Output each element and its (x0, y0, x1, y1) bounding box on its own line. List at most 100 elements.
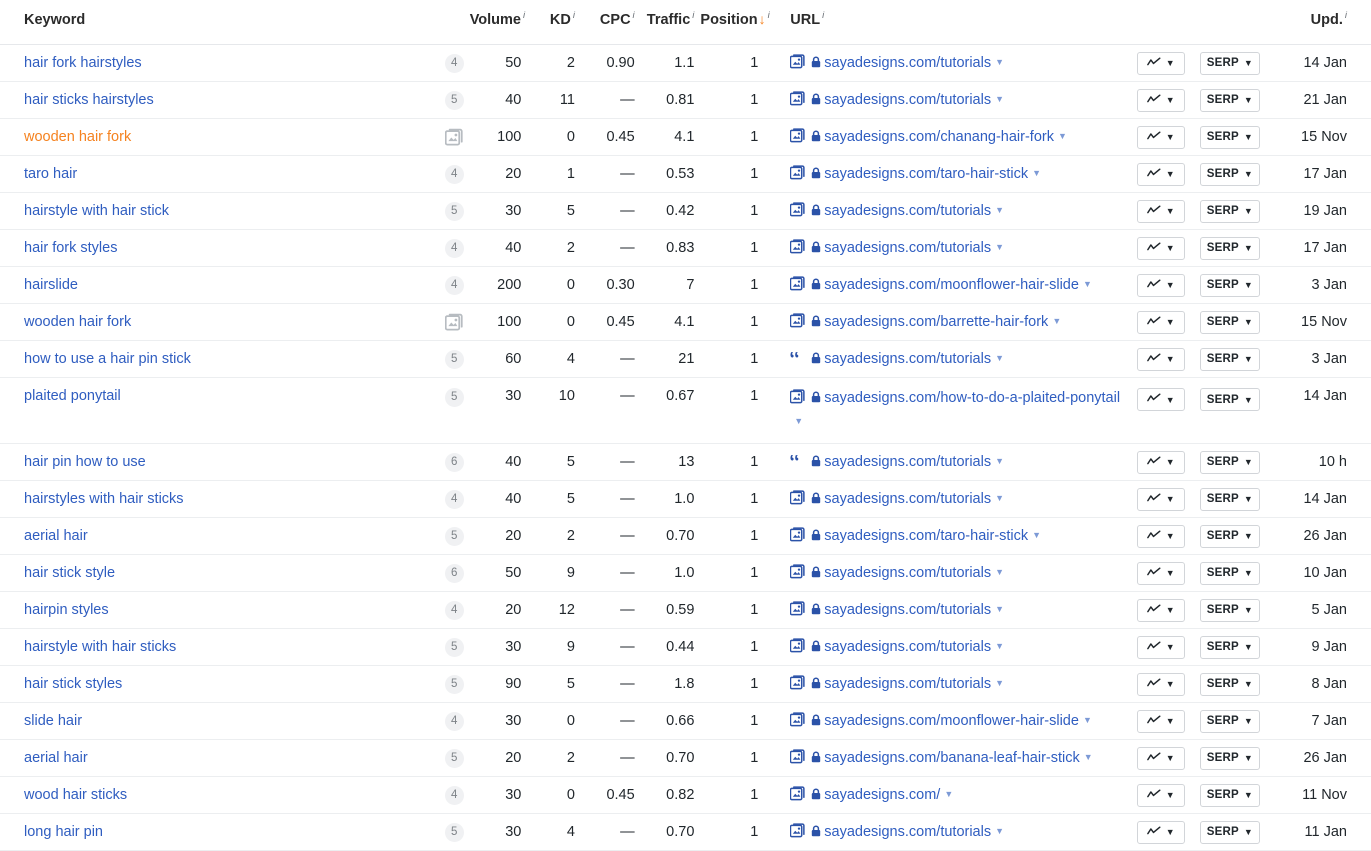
url-link[interactable]: sayadesigns.com/moonflower-hair-slide (824, 277, 1079, 293)
chevron-down-icon[interactable]: ▼ (944, 784, 953, 805)
keyword-link[interactable]: plaited ponytail (24, 388, 121, 404)
column-header-volume[interactable]: Volume i (469, 0, 528, 45)
serp-button[interactable]: SERP ▼ (1199, 709, 1260, 733)
rank-history-chart-button[interactable]: ▼ (1136, 236, 1185, 260)
chevron-down-icon[interactable]: ▼ (995, 488, 1004, 509)
column-header-kd[interactable]: KD i (527, 0, 581, 45)
table-row[interactable]: hairslide 4 200 0 0.30 7 1 sayadesigns.com/moon… (0, 267, 1371, 304)
rank-history-chart-button[interactable]: ▼ (1136, 598, 1185, 622)
chevron-down-icon[interactable]: ▼ (995, 348, 1004, 369)
column-header-traffic[interactable]: Traffic i (640, 0, 701, 45)
chevron-down-icon[interactable]: ▼ (995, 636, 1004, 657)
table-row[interactable]: hair stick style 6 50 9 — 1.0 1 sayadesigns.com… (0, 555, 1371, 592)
chevron-down-icon[interactable]: ▼ (995, 599, 1004, 620)
column-header-keyword[interactable]: Keyword (0, 0, 417, 45)
keyword-link[interactable]: slide hair (24, 713, 82, 729)
table-row[interactable]: long hair pin 5 30 4 — 0.70 1 sayadesigns.com/t… (0, 814, 1371, 851)
serp-button[interactable]: SERP ▼ (1199, 487, 1260, 511)
url-link[interactable]: sayadesigns.com/tutorials (824, 240, 991, 256)
serp-button[interactable]: SERP ▼ (1199, 672, 1260, 696)
chevron-down-icon[interactable]: ▼ (995, 89, 1004, 110)
table-row[interactable]: hairstyle with hair sticks 5 30 9 — 0.44 1 saya… (0, 629, 1371, 666)
chevron-down-icon[interactable]: ▼ (995, 200, 1004, 221)
url-link[interactable]: sayadesigns.com/taro-hair-stick (824, 166, 1028, 182)
keyword-link[interactable]: taro hair (24, 166, 77, 182)
table-row[interactable]: wooden hair fork 100 0 0.45 4.1 1 sayadesigns.… (0, 119, 1371, 156)
serp-button[interactable]: SERP ▼ (1199, 561, 1260, 585)
table-row[interactable]: how to use a hair pin stick 5 60 4 — 21 1 sayad… (0, 341, 1371, 378)
rank-history-chart-button[interactable]: ▼ (1136, 487, 1185, 511)
rank-history-chart-button[interactable]: ▼ (1136, 561, 1185, 585)
serp-button[interactable]: SERP ▼ (1199, 125, 1260, 149)
serp-button[interactable]: SERP ▼ (1199, 236, 1260, 260)
info-icon[interactable]: i (633, 10, 635, 21)
table-row[interactable]: hairstyles with hair sticks 4 40 5 — 1.0 1 saya… (0, 481, 1371, 518)
serp-button[interactable]: SERP ▼ (1199, 635, 1260, 659)
info-icon[interactable]: i (692, 10, 694, 21)
chevron-down-icon[interactable]: ▼ (1083, 710, 1092, 731)
keyword-link[interactable]: aerial hair (24, 750, 88, 766)
table-row[interactable]: hairstyle with hair stick 5 30 5 — 0.42 1 sayad… (0, 193, 1371, 230)
serp-button[interactable]: SERP ▼ (1199, 388, 1260, 411)
table-row[interactable]: aerial hair 5 20 2 — 0.70 1 sayadesigns.com/ban… (0, 740, 1371, 777)
keyword-link[interactable]: hair stick style (24, 565, 115, 581)
url-link[interactable]: sayadesigns.com/tutorials (824, 55, 991, 71)
rank-history-chart-button[interactable]: ▼ (1136, 388, 1185, 411)
url-link[interactable]: sayadesigns.com/banana-leaf-hair-stick (824, 750, 1080, 766)
url-link[interactable]: sayadesigns.com/taro-hair-stick (824, 528, 1028, 544)
url-link[interactable]: sayadesigns.com/tutorials (824, 491, 991, 507)
keyword-link[interactable]: hairpin styles (24, 602, 109, 618)
table-row[interactable]: wooden hair fork 100 0 0.45 4.1 1 sayadesigns.… (0, 304, 1371, 341)
table-row[interactable]: aerial hair 5 20 2 — 0.70 1 sayadesigns.com/tar… (0, 518, 1371, 555)
url-link[interactable]: sayadesigns.com/tutorials (824, 565, 991, 581)
table-row[interactable]: hair pin how to use 6 40 5 — 13 1 sayadesigns.c… (0, 444, 1371, 481)
table-row[interactable]: hairpin styles 4 20 12 — 0.59 1 sayadesigns.com… (0, 592, 1371, 629)
serp-button[interactable]: SERP ▼ (1199, 273, 1260, 297)
serp-button[interactable]: SERP ▼ (1199, 783, 1260, 807)
chevron-down-icon[interactable]: ▼ (995, 52, 1004, 73)
rank-history-chart-button[interactable]: ▼ (1136, 88, 1185, 112)
column-header-updated[interactable]: Upd. i (1266, 0, 1371, 45)
serp-button[interactable]: SERP ▼ (1199, 746, 1260, 770)
keyword-link[interactable]: hairstyles with hair sticks (24, 491, 184, 507)
keyword-link[interactable]: aerial hair (24, 528, 88, 544)
chevron-down-icon[interactable]: ▼ (794, 411, 803, 432)
table-row[interactable]: slide hair 4 30 0 — 0.66 1 sayadesigns.com/moon… (0, 703, 1371, 740)
keyword-link[interactable]: long hair pin (24, 824, 103, 840)
url-link[interactable]: sayadesigns.com/tutorials (824, 203, 991, 219)
keyword-link[interactable]: wood hair sticks (24, 787, 127, 803)
url-link[interactable]: sayadesigns.com/tutorials (824, 602, 991, 618)
chevron-down-icon[interactable]: ▼ (995, 821, 1004, 842)
rank-history-chart-button[interactable]: ▼ (1136, 820, 1185, 844)
keyword-link[interactable]: how to use a hair pin stick (24, 351, 191, 367)
chevron-down-icon[interactable]: ▼ (1083, 274, 1092, 295)
chevron-down-icon[interactable]: ▼ (1052, 311, 1061, 332)
serp-button[interactable]: SERP ▼ (1199, 51, 1260, 75)
rank-history-chart-button[interactable]: ▼ (1136, 672, 1185, 696)
chevron-down-icon[interactable]: ▼ (1032, 163, 1041, 184)
keyword-link[interactable]: hairstyle with hair sticks (24, 639, 176, 655)
serp-button[interactable]: SERP ▼ (1199, 88, 1260, 112)
url-link[interactable]: sayadesigns.com/how-to-do-a-plaited-pony… (824, 390, 1120, 406)
url-link[interactable]: sayadesigns.com/tutorials (824, 824, 991, 840)
chevron-down-icon[interactable]: ▼ (995, 673, 1004, 694)
chevron-down-icon[interactable]: ▼ (1084, 747, 1093, 768)
table-row[interactable]: hair fork hairstyles 4 50 2 0.90 1.1 1 sayadesi… (0, 45, 1371, 82)
info-icon[interactable]: i (768, 10, 770, 21)
rank-history-chart-button[interactable]: ▼ (1136, 746, 1185, 770)
url-link[interactable]: sayadesigns.com/tutorials (824, 92, 991, 108)
rank-history-chart-button[interactable]: ▼ (1136, 524, 1185, 548)
table-row[interactable]: hair sticks hairstyles 5 40 11 — 0.81 1 sayades… (0, 82, 1371, 119)
keyword-link[interactable]: hair fork hairstyles (24, 55, 142, 71)
serp-button[interactable]: SERP ▼ (1199, 524, 1260, 548)
chevron-down-icon[interactable]: ▼ (995, 237, 1004, 258)
keyword-link[interactable]: hair sticks hairstyles (24, 92, 154, 108)
url-link[interactable]: sayadesigns.com/barrette-hair-fork (824, 314, 1048, 330)
url-dropdown-caret-wrap[interactable]: ▼ (790, 411, 1129, 433)
rank-history-chart-button[interactable]: ▼ (1136, 51, 1185, 75)
chevron-down-icon[interactable]: ▼ (1058, 126, 1067, 147)
info-icon[interactable]: i (1345, 10, 1347, 21)
url-link[interactable]: sayadesigns.com/chanang-hair-fork (824, 129, 1054, 145)
info-icon[interactable]: i (523, 10, 525, 21)
chevron-down-icon[interactable]: ▼ (1032, 525, 1041, 546)
